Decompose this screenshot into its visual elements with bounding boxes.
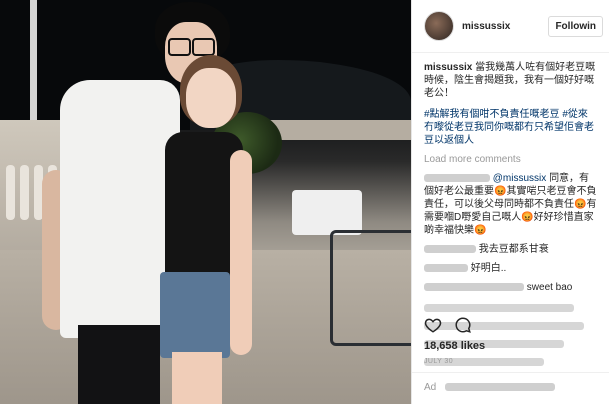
party-table [292, 190, 362, 235]
caption-hashtags[interactable]: #點解我有個咁不負責任嘅老豆 #從來冇嚟從老豆我同你嘅都冇只希望佢會老豆以返個人 [424, 108, 597, 147]
comment: 我去豆都系甘衰 [424, 243, 597, 256]
heart-icon[interactable] [424, 316, 442, 334]
woman-face [186, 68, 236, 128]
likes-count[interactable]: 18,658 likes [424, 340, 485, 352]
instagram-post: missussix Followin missussix 當我幾萬人咗有個好老豆… [0, 0, 609, 404]
add-comment-field[interactable]: Ad [412, 372, 609, 404]
action-bar [424, 316, 472, 334]
post-header: missussix Followin [412, 0, 609, 53]
follow-button[interactable]: Followin [548, 15, 603, 37]
comment-icon[interactable] [454, 316, 472, 334]
post-photo[interactable] [0, 0, 411, 404]
blurred-placeholder [445, 383, 556, 392]
blurred-username [424, 245, 476, 254]
comment-text: 我去豆都系甘衰 [478, 244, 549, 255]
caption: missussix 當我幾萬人咗有個好老豆嘅時候，陰生會揭題我，我有一個好好嘅老… [424, 61, 597, 100]
woman-shorts [160, 272, 230, 358]
woman-arm [230, 150, 252, 355]
comment-mention[interactable]: @missussix [493, 173, 547, 184]
blurred-username [424, 264, 468, 273]
caption-username[interactable]: missussix [424, 62, 472, 73]
baluster [20, 165, 29, 220]
comment-text: 好明白.. [470, 263, 507, 274]
load-more-comments[interactable]: Load more comments [424, 153, 597, 166]
man-pants [78, 325, 160, 404]
woman-legs [172, 352, 222, 404]
baluster [6, 165, 15, 220]
blurred-comment [424, 304, 574, 312]
glasses [168, 38, 216, 56]
post-sidebar: missussix Followin missussix 當我幾萬人咗有個好老豆… [411, 0, 609, 404]
comment: 好明白.. [424, 262, 597, 275]
pole [30, 0, 37, 120]
avatar[interactable] [424, 11, 454, 41]
add-comment-placeholder: Ad [424, 382, 437, 393]
comment-text: sweet bao [526, 282, 573, 293]
blurred-username [424, 283, 524, 292]
blurred-username [424, 174, 490, 183]
post-date: JULY 30 [424, 358, 454, 365]
comment: sweet bao [424, 281, 597, 294]
username[interactable]: missussix [462, 21, 548, 32]
comment: @missussix 同意，有個好老公最重要😡其實啱只老豆會不負責任，可以後父母… [424, 172, 597, 237]
chair [330, 230, 411, 346]
